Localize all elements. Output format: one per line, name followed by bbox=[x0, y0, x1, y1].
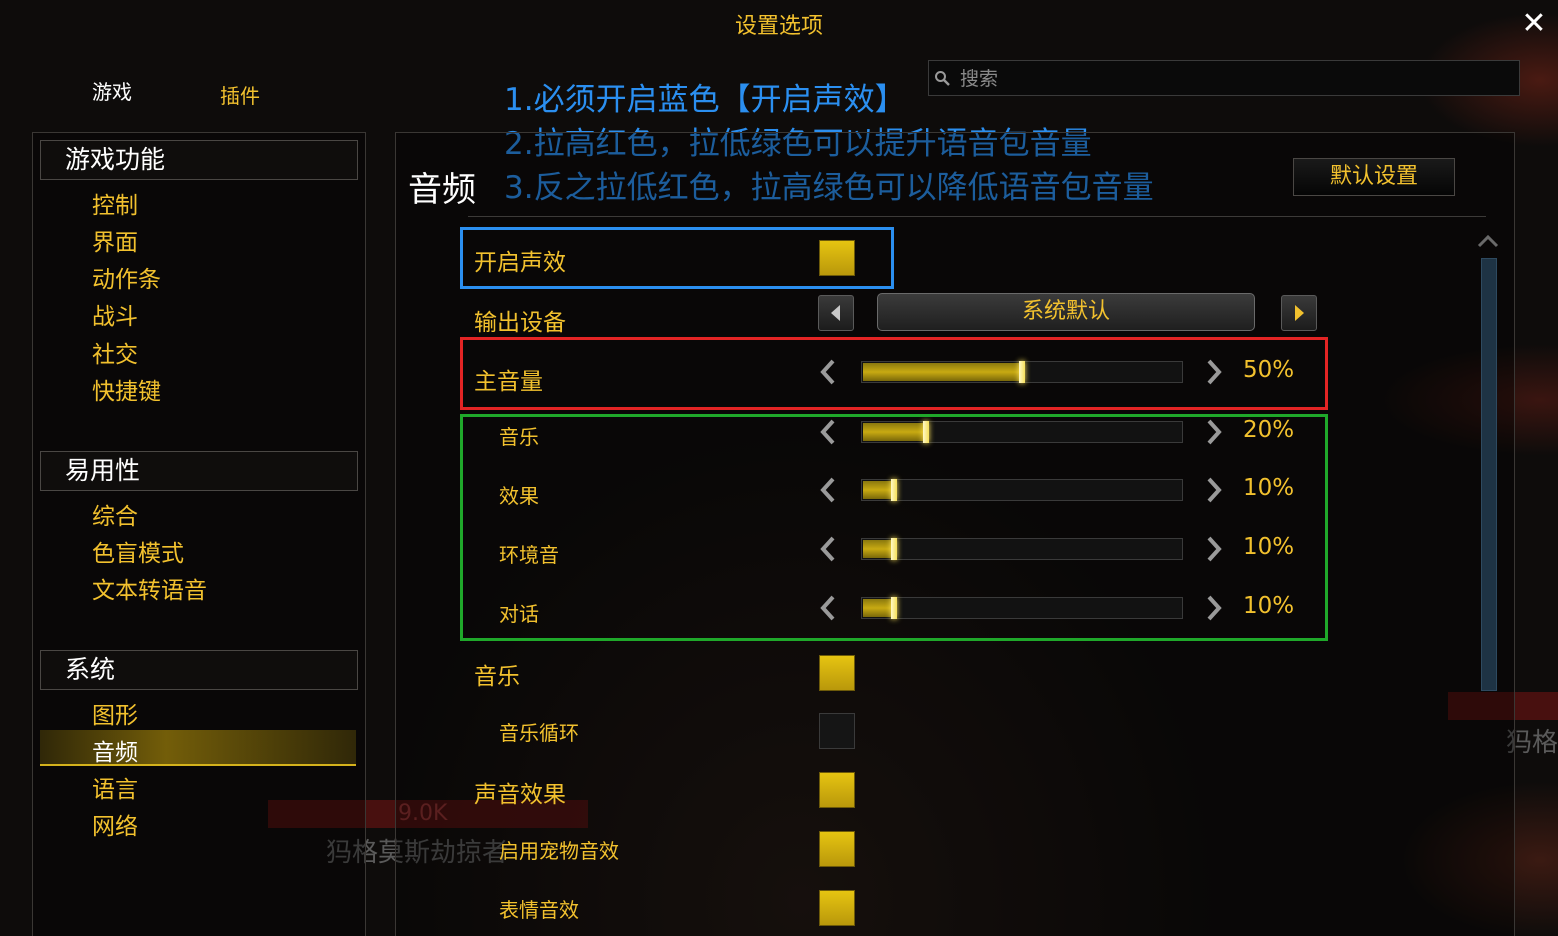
settings-window: 9.0K 犸格莫斯劫掠者 犸格 设置选项 ✕ 游戏 插件 1.必须开启蓝色【开启… bbox=[0, 0, 1558, 936]
emote-sounds-checkbox[interactable] bbox=[819, 890, 855, 926]
sidebar-header-accessibility: 易用性 bbox=[40, 451, 358, 491]
annotation-line-1: 1.必须开启蓝色【开启声效】 bbox=[504, 82, 906, 118]
music-loop-label: 音乐循环 bbox=[499, 721, 579, 745]
sidebar-item-keybindings[interactable]: 快捷键 bbox=[92, 372, 161, 406]
output-device-next-button[interactable] bbox=[1281, 295, 1317, 331]
sidebar-item-controls[interactable]: 控制 bbox=[92, 186, 138, 220]
output-device-dropdown[interactable]: 系统默认 bbox=[877, 293, 1255, 331]
sidebar-header-gameplay: 游戏功能 bbox=[40, 140, 358, 180]
sidebar-item-language[interactable]: 语言 bbox=[92, 770, 138, 804]
music-toggle-label: 音乐 bbox=[474, 664, 520, 690]
tab-game[interactable]: 游戏 bbox=[92, 76, 132, 105]
sidebar-item-general[interactable]: 综合 bbox=[92, 497, 138, 531]
sidebar-item-text-to-speech[interactable]: 文本转语音 bbox=[92, 571, 207, 605]
music-loop-checkbox[interactable] bbox=[819, 713, 855, 749]
sidebar-item-network[interactable]: 网络 bbox=[92, 807, 138, 841]
sidebar-header-system: 系统 bbox=[40, 650, 358, 690]
search-input[interactable] bbox=[958, 62, 1512, 96]
sidebar-item-combat[interactable]: 战斗 bbox=[92, 297, 138, 331]
tab-addons[interactable]: 插件 bbox=[220, 80, 260, 109]
pet-sounds-checkbox[interactable] bbox=[819, 831, 855, 867]
scroll-up-icon[interactable] bbox=[1476, 232, 1500, 250]
arrow-right-icon bbox=[1295, 305, 1304, 321]
window-title: 设置选项 bbox=[734, 14, 823, 39]
highlight-box-green bbox=[460, 414, 1328, 641]
sidebar-item-social[interactable]: 社交 bbox=[92, 335, 138, 369]
highlight-box-blue bbox=[460, 227, 894, 289]
output-device-label: 输出设备 bbox=[474, 310, 566, 336]
pet-sounds-label: 启用宠物音效 bbox=[499, 839, 619, 863]
sidebar-item-graphics[interactable]: 图形 bbox=[92, 696, 138, 730]
arrow-left-icon bbox=[831, 305, 840, 321]
divider bbox=[468, 216, 1486, 217]
highlight-box-red bbox=[460, 337, 1328, 410]
page-title: 音频 bbox=[408, 170, 476, 210]
scrollbar[interactable] bbox=[1481, 258, 1497, 691]
emote-sounds-label: 表情音效 bbox=[499, 898, 579, 922]
sidebar-item-interface[interactable]: 界面 bbox=[92, 223, 138, 257]
sidebar-panel bbox=[32, 132, 366, 936]
sidebar-selection-highlight bbox=[40, 730, 356, 766]
sidebar-item-action-bars[interactable]: 动作条 bbox=[92, 260, 161, 294]
music-checkbox[interactable] bbox=[819, 655, 855, 691]
output-device-prev-button[interactable] bbox=[818, 295, 854, 331]
sound-effects-label: 声音效果 bbox=[474, 782, 566, 808]
close-icon[interactable]: ✕ bbox=[1518, 8, 1550, 40]
sound-effects-checkbox[interactable] bbox=[819, 772, 855, 808]
sidebar-item-colorblind[interactable]: 色盲模式 bbox=[92, 534, 184, 568]
sidebar-item-audio[interactable]: 音频 bbox=[92, 733, 138, 767]
default-settings-button[interactable]: 默认设置 bbox=[1293, 158, 1455, 196]
search-icon bbox=[935, 71, 950, 86]
